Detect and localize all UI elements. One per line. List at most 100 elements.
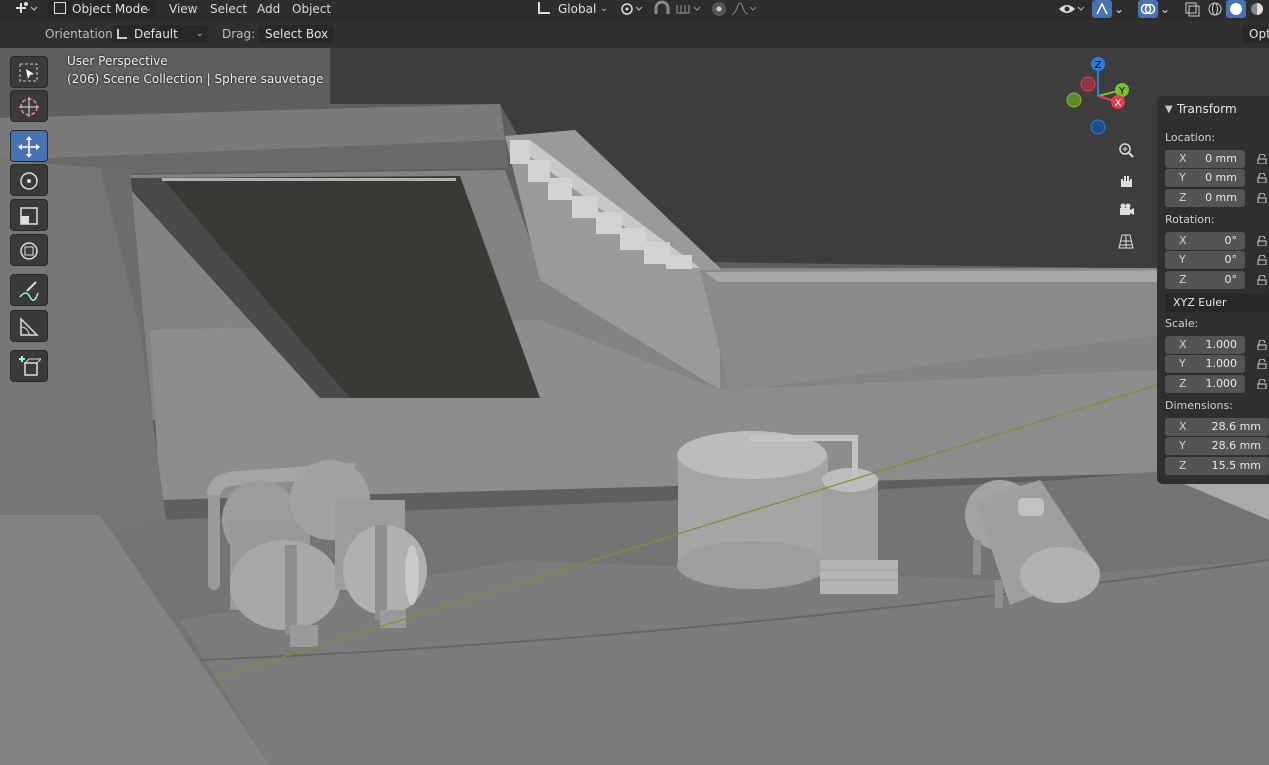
pan-hand-icon[interactable]: [1113, 167, 1139, 193]
lock-icon[interactable]: [1257, 236, 1267, 246]
cursor-icon: [19, 97, 39, 117]
rotation-y-field[interactable]: Y 0°: [1165, 251, 1245, 269]
field-value: 0 mm: [1205, 171, 1237, 184]
collection-info: (206) Scene Collection | Sphere sauvetag…: [67, 72, 324, 86]
rotation-z-field[interactable]: Z 0°: [1165, 271, 1245, 289]
lock-icon[interactable]: [1257, 275, 1267, 285]
transform-tool[interactable]: [10, 234, 48, 266]
axis-label: X: [1179, 420, 1187, 433]
rotation-mode-value: XYZ Euler: [1173, 296, 1227, 309]
perspective-grid-icon[interactable]: [1113, 228, 1139, 254]
gizmo-toggle-icon[interactable]: [1092, 0, 1112, 18]
field-value: 15.5 mm: [1211, 459, 1261, 472]
material-shading-icon[interactable]: [1248, 0, 1266, 18]
solid-shading-icon[interactable]: [1226, 0, 1246, 18]
menu-view[interactable]: View: [169, 0, 197, 18]
menu-add[interactable]: Add: [257, 0, 280, 18]
lock-icon[interactable]: [1257, 154, 1267, 164]
axis-label: Z: [1179, 191, 1187, 204]
panel-collapse-icon[interactable]: ▼: [1165, 104, 1173, 115]
orientation-global-icon: [538, 2, 550, 14]
wireframe-shading-icon[interactable]: [1206, 0, 1224, 18]
annotate-tool[interactable]: [10, 274, 48, 306]
axis-label: Y: [1179, 171, 1186, 184]
axis-label: X: [1179, 338, 1187, 351]
zoom-icon[interactable]: [1113, 137, 1139, 163]
snap-icon[interactable]: [652, 0, 672, 18]
rotate-icon: [20, 172, 38, 190]
sidebar-transform-panel: ▼ Transform Location: X0 mm Y0 mm Z0 mm …: [1157, 96, 1269, 484]
drag-value: Select Box: [265, 27, 329, 41]
scale-tool[interactable]: [10, 199, 48, 231]
scale-label: Scale:: [1165, 317, 1199, 330]
dimensions-label: Dimensions:: [1165, 399, 1233, 412]
axis-label: Y: [1179, 253, 1186, 266]
rotation-label: Rotation:: [1165, 213, 1215, 226]
field-value: 1.000: [1205, 377, 1238, 390]
transform-title: Transform: [1177, 102, 1237, 116]
transform-orientation-dropdown[interactable]: Global ⌄: [532, 0, 612, 18]
options-button[interactable]: Opti: [1243, 25, 1269, 43]
rotation-mode-dropdown[interactable]: XYZ Euler: [1165, 294, 1269, 312]
field-value: 28.6 mm: [1211, 439, 1261, 452]
scale-y-field[interactable]: Y 1.000: [1165, 355, 1245, 373]
add-cube-icon: [19, 356, 41, 376]
lock-icon[interactable]: [1257, 340, 1267, 350]
annotate-icon: [19, 281, 39, 301]
overlays-toggle-icon[interactable]: [1138, 0, 1158, 18]
rotation-x-field[interactable]: X 0°: [1165, 232, 1245, 250]
3d-viewport[interactable]: User Perspective (206) Scene Collection …: [0, 48, 1269, 765]
navigation-gizmo[interactable]: Z Y X: [1060, 52, 1140, 136]
select-box-tool[interactable]: [10, 56, 48, 88]
scale-icon: [20, 207, 38, 225]
gizmo-x-label: X: [1115, 98, 1122, 109]
tool-settings-bar: Orientation: Default ⌄ Drag: Select Box O…: [0, 20, 1269, 48]
lock-icon[interactable]: [1257, 359, 1267, 369]
menu-select[interactable]: Select: [210, 0, 247, 18]
orientation-value: Default: [134, 27, 178, 41]
location-x-field[interactable]: X 0 mm: [1165, 150, 1245, 168]
scale-x-field[interactable]: X 1.000: [1165, 336, 1245, 354]
location-z-field[interactable]: Z 0 mm: [1165, 189, 1245, 207]
axis-label: Z: [1179, 459, 1187, 472]
field-value: 1.000: [1205, 357, 1238, 370]
dimensions-y-field[interactable]: Y 28.6 mm: [1165, 437, 1269, 455]
falloff-icon[interactable]: [730, 0, 760, 18]
field-value: 0 mm: [1205, 191, 1237, 204]
measure-tool[interactable]: [10, 310, 48, 342]
transform-icon: [20, 242, 38, 260]
lock-icon[interactable]: [1257, 173, 1267, 183]
drag-dropdown[interactable]: Select Box: [259, 25, 333, 43]
drag-label: Drag:: [222, 27, 256, 41]
editor-type-icon[interactable]: [14, 0, 40, 18]
lock-icon[interactable]: [1257, 255, 1267, 265]
options-label: Opti: [1249, 27, 1269, 41]
menu-object[interactable]: Object: [292, 0, 331, 18]
xray-icon[interactable]: [1182, 0, 1202, 18]
orientation-dropdown[interactable]: Default ⌄: [112, 25, 208, 43]
scale-z-field[interactable]: Z 1.000: [1165, 375, 1245, 393]
select-box-icon: [19, 63, 38, 82]
pivot-point-icon[interactable]: [618, 0, 644, 18]
add-cube-tool[interactable]: [10, 350, 48, 382]
cursor-tool[interactable]: [10, 90, 48, 122]
chevron-down-icon[interactable]: ⌄: [1114, 0, 1124, 18]
move-tool[interactable]: [10, 130, 48, 162]
axis-label: X: [1179, 152, 1187, 165]
location-y-field[interactable]: Y 0 mm: [1165, 169, 1245, 187]
orientation-icon: [117, 29, 127, 39]
mode-label: Object Mode: [72, 2, 148, 16]
rotate-tool[interactable]: [10, 164, 48, 196]
gizmo-z-label: Z: [1095, 60, 1102, 71]
lock-icon[interactable]: [1257, 379, 1267, 389]
snap-target-icon[interactable]: [674, 0, 704, 18]
visibility-icon[interactable]: [1057, 0, 1087, 18]
chevron-down-icon[interactable]: ⌄: [1160, 0, 1170, 18]
dimensions-x-field[interactable]: X 28.6 mm: [1165, 418, 1269, 436]
viewport-header: Object Mode ⌄ View Select Add Object Glob…: [0, 0, 1269, 18]
lock-icon[interactable]: [1257, 193, 1267, 203]
dimensions-z-field[interactable]: Z 15.5 mm: [1165, 457, 1269, 475]
camera-icon[interactable]: [1113, 197, 1139, 223]
mode-dropdown[interactable]: Object Mode ⌄: [48, 0, 156, 18]
proportional-edit-icon[interactable]: [710, 0, 728, 18]
